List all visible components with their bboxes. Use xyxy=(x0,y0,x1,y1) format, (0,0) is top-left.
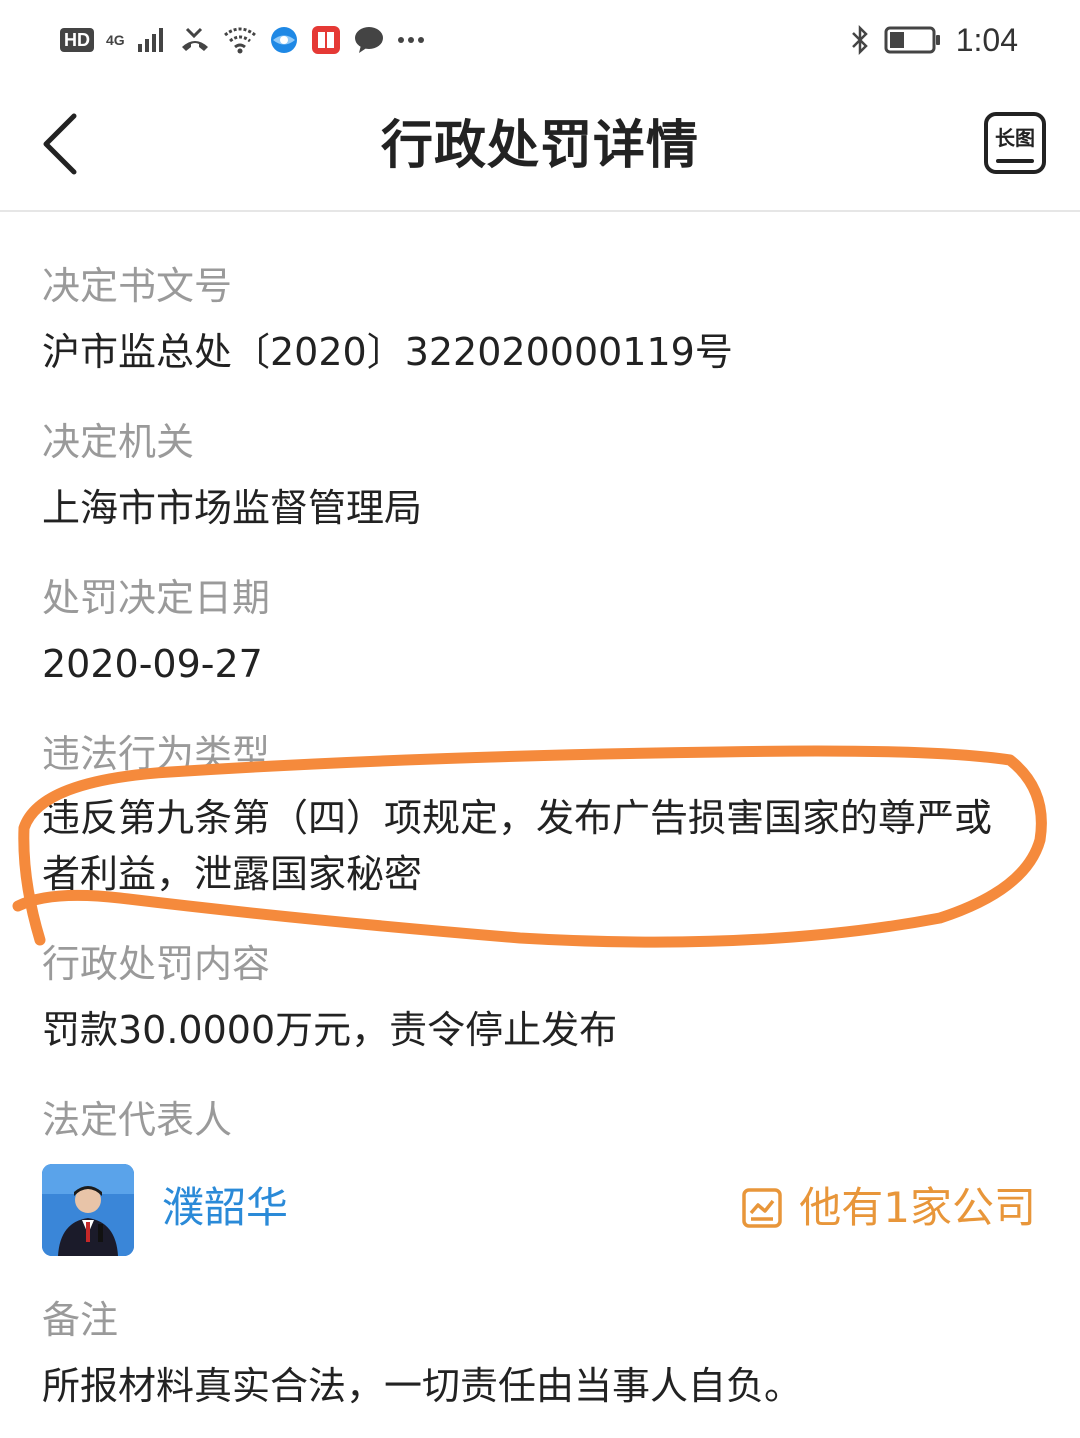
signal-icon xyxy=(137,28,163,52)
bluetooth-icon xyxy=(851,24,868,56)
book-app-icon xyxy=(311,26,340,54)
message-icon xyxy=(354,27,383,53)
remarks-value: 所报材料真实合法，一切责任由当事人自负。 xyxy=(42,1364,803,1408)
authority-value: 上海市市场监督管理局 xyxy=(42,486,423,530)
violation-type-label: 违法行为类型 xyxy=(42,732,271,776)
related-companies-link[interactable]: 他有1家公司 xyxy=(741,1178,1036,1238)
related-companies-text: 他有1家公司 xyxy=(799,1183,1036,1232)
status-right: 1:04 xyxy=(850,18,1018,62)
missed-call-icon xyxy=(181,27,208,51)
decision-date-value: 2020-09-27 xyxy=(42,642,263,686)
decision-date-label: 处罚决定日期 xyxy=(42,576,271,620)
person-photo-icon xyxy=(42,1164,134,1256)
status-bar: HD 4G 1:04 xyxy=(0,0,1080,80)
clock: 1:04 xyxy=(955,21,1018,58)
status-left: HD 4G xyxy=(60,18,425,62)
doc-number-label: 决定书文号 xyxy=(42,264,233,308)
network-type: 4G xyxy=(106,32,125,48)
nav-bar: 行政处罚详情 长图 xyxy=(0,80,1080,212)
penalty-content-value: 罚款30.0000万元，责令停止发布 xyxy=(42,1008,618,1052)
legal-rep-row: 濮韶华 他有1家公司 xyxy=(42,1164,1042,1256)
long-image-button[interactable]: 长图 xyxy=(984,112,1046,174)
battery-icon xyxy=(884,26,940,54)
authority-label: 决定机关 xyxy=(42,420,195,464)
browser-icon xyxy=(270,27,297,53)
doc-number-value: 沪市监总处〔2020〕322020000119号 xyxy=(42,330,733,374)
legal-rep-name[interactable]: 濮韶华 xyxy=(162,1178,288,1238)
legal-rep-label: 法定代表人 xyxy=(42,1098,233,1142)
hd-badge: HD xyxy=(60,28,94,52)
chart-trend-icon xyxy=(742,1188,783,1228)
violation-type-value: 违反第九条第（四）项规定，发布广告损害国家的尊严或者利益，泄露国家秘密 xyxy=(42,796,993,896)
more-dots-icon xyxy=(397,37,424,43)
remarks-label: 备注 xyxy=(42,1298,119,1342)
wifi-icon xyxy=(223,27,256,54)
avatar[interactable] xyxy=(42,1164,134,1256)
page-title: 行政处罚详情 xyxy=(380,116,699,176)
penalty-content-label: 行政处罚内容 xyxy=(42,942,271,986)
long-image-icon xyxy=(996,159,1034,163)
long-image-label: 长图 xyxy=(995,126,1035,150)
